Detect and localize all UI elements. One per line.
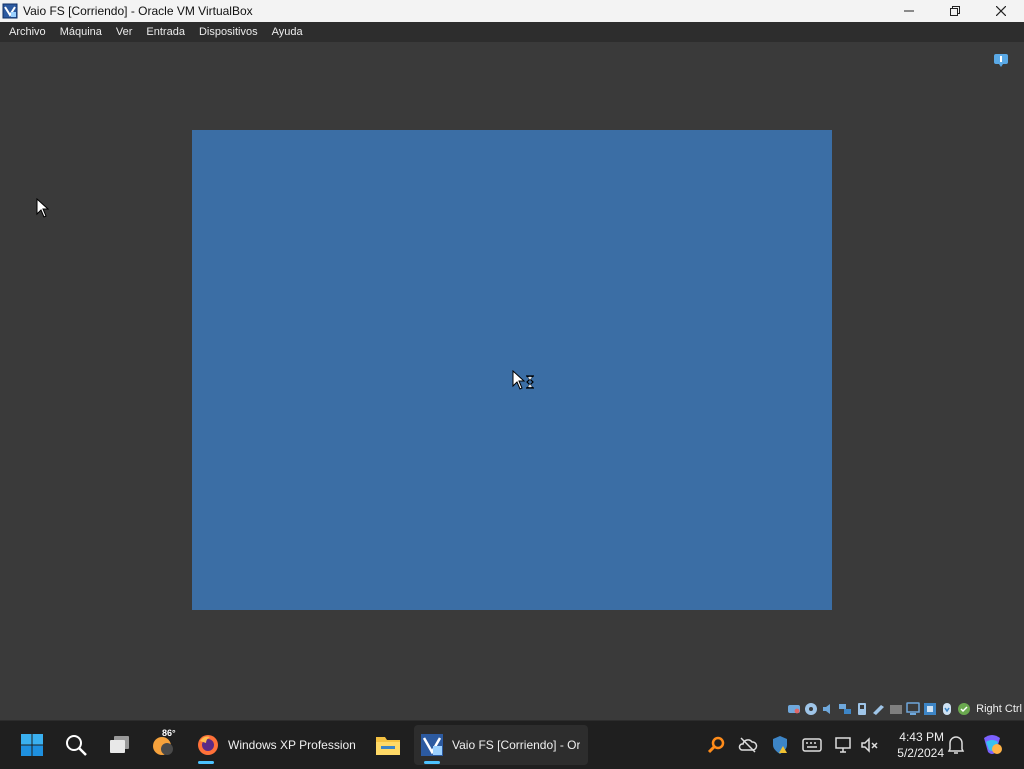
menu-ayuda[interactable]: Ayuda xyxy=(265,22,310,42)
clock-date: 5/2/2024 xyxy=(897,746,944,760)
maximize-button[interactable] xyxy=(932,0,978,22)
minimize-button[interactable] xyxy=(886,0,932,22)
restore-icon xyxy=(950,6,960,16)
windows-start-icon xyxy=(21,734,43,756)
guest-screen[interactable] xyxy=(192,130,832,610)
keyboard-icon[interactable] xyxy=(957,702,971,716)
cpu-icon[interactable] xyxy=(923,702,937,716)
title-bar[interactable]: Vaio FS [Corriendo] - Oracle VM VirtualB… xyxy=(0,0,1024,22)
virtualbox-app-icon xyxy=(2,3,18,19)
cloud-offline-icon[interactable] xyxy=(738,735,758,755)
taskbar-app-firefox[interactable]: Windows XP Professional xyxy=(190,725,360,765)
taskbar-file-explorer[interactable] xyxy=(368,725,408,765)
hard-disk-icon[interactable] xyxy=(787,702,801,716)
mouse-integration-icon[interactable] xyxy=(940,702,954,716)
taskbar-app-label: Vaio FS [Corriendo] - Oracle VM VirtualB… xyxy=(452,738,580,752)
close-button[interactable] xyxy=(978,0,1024,22)
menu-dispositivos[interactable]: Dispositivos xyxy=(192,22,265,42)
task-view-button[interactable] xyxy=(100,725,140,765)
start-button[interactable] xyxy=(12,725,52,765)
menu-bar: Archivo Máquina Ver Entrada Dispositivos… xyxy=(0,22,1024,42)
menu-maquina[interactable]: Máquina xyxy=(53,22,109,42)
virtualbox-icon xyxy=(421,734,443,756)
virtualbox-window: Vaio FS [Corriendo] - Oracle VM VirtualB… xyxy=(0,0,1024,720)
shared-folders-icon[interactable] xyxy=(872,702,886,716)
menu-entrada[interactable]: Entrada xyxy=(139,22,192,42)
minimize-icon xyxy=(904,10,914,12)
taskbar: 86° Windows XP Professional Vaio FS [Cor… xyxy=(0,720,1024,769)
weather-temperature: 86° xyxy=(162,728,176,738)
taskbar-app-label: Windows XP Professional xyxy=(228,738,356,752)
menu-ver[interactable]: Ver xyxy=(109,22,140,42)
usb-icon[interactable] xyxy=(855,702,869,716)
message-notification-icon[interactable] xyxy=(993,52,1009,68)
optical-disk-icon[interactable] xyxy=(804,702,818,716)
system-clock[interactable]: 4:43 PM 5/2/2024 xyxy=(888,729,944,761)
task-view-icon xyxy=(110,736,129,753)
window-title: Vaio FS [Corriendo] - Oracle VM VirtualB… xyxy=(23,4,253,18)
recording-icon[interactable] xyxy=(906,702,920,716)
vm-status-bar: Right Ctrl xyxy=(0,698,1024,720)
security-warning-icon[interactable] xyxy=(770,735,790,755)
firefox-icon xyxy=(198,735,218,755)
clock-time: 4:43 PM xyxy=(899,730,944,744)
notification-bell-icon[interactable] xyxy=(947,735,965,755)
magnifier-tray-icon[interactable] xyxy=(706,735,726,755)
copilot-icon[interactable] xyxy=(980,732,1004,756)
display-tray-icon[interactable] xyxy=(834,735,854,755)
menu-archivo[interactable]: Archivo xyxy=(0,22,53,42)
mouse-pointer-icon xyxy=(36,198,50,218)
close-icon xyxy=(996,6,1006,16)
folder-icon xyxy=(376,737,400,755)
active-indicator xyxy=(198,761,214,764)
host-key-label: Right Ctrl xyxy=(976,703,1022,715)
volume-muted-icon[interactable] xyxy=(860,735,880,755)
audio-icon[interactable] xyxy=(821,702,835,716)
keyboard-layout-icon[interactable] xyxy=(802,735,822,755)
busy-cursor-icon xyxy=(512,370,534,390)
active-indicator xyxy=(424,761,440,764)
vm-display-area xyxy=(0,42,1024,698)
taskbar-app-virtualbox[interactable]: Vaio FS [Corriendo] - Oracle VM VirtualB… xyxy=(414,725,588,765)
search-icon xyxy=(66,735,87,756)
display-icon[interactable] xyxy=(889,702,903,716)
search-button[interactable] xyxy=(56,725,96,765)
network-icon[interactable] xyxy=(838,702,852,716)
